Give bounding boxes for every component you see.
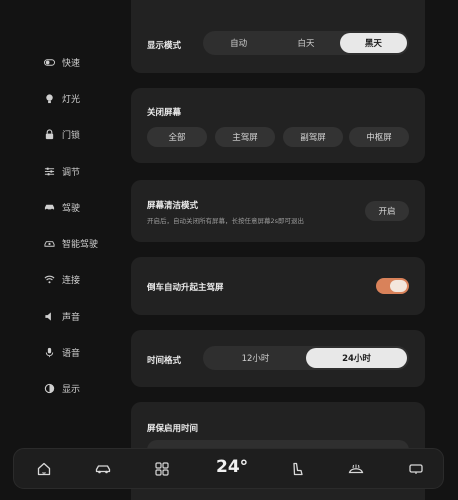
sidebar-item-adjust[interactable]: 调节 [44, 153, 124, 189]
time-format-card: 时间格式 12小时 24小时 [131, 330, 425, 387]
sidebar-item-locks[interactable]: 门锁 [44, 117, 124, 153]
close-screen-title: 关闭屏幕 [147, 108, 182, 118]
close-screen-card: 关闭屏幕 全部 主驾屏 副驾屏 中枢屏 [131, 88, 425, 163]
close-driver-screen-button[interactable]: 主驾屏 [215, 127, 275, 147]
clean-mode-title: 屏幕清洁模式 [147, 201, 199, 211]
settings-sidebar: 快速 灯光 门锁 调节 驾驶 智能驾驶 连接 声音 语音 显示 [44, 44, 124, 407]
sidebar-item-label: 显示 [62, 385, 81, 396]
sidebar-item-quick[interactable]: 快速 [44, 44, 124, 80]
screensaver-title: 屏保启用时间 [147, 424, 199, 434]
seat-icon [289, 461, 305, 477]
screen-icon [408, 461, 424, 477]
apps-button[interactable] [152, 459, 172, 479]
close-passenger-screen-button[interactable]: 副驾屏 [283, 127, 343, 147]
reverse-raise-card: 倒车自动升起主驾屏 [131, 257, 425, 315]
sidebar-item-label: 调节 [62, 167, 81, 178]
vehicle-button[interactable] [93, 459, 113, 479]
sidebar-item-lights[interactable]: 灯光 [44, 80, 124, 116]
time-format-title: 时间格式 [147, 356, 182, 366]
sidebar-item-label: 灯光 [62, 94, 81, 105]
bottom-dock: 24° [13, 448, 444, 489]
sidebar-item-label: 连接 [62, 276, 81, 287]
car-icon [44, 202, 55, 213]
sidebar-item-display[interactable]: 显示 [44, 371, 124, 407]
time-format-12h[interactable]: 12小时 [205, 348, 306, 368]
sidebar-item-driving[interactable]: 驾驶 [44, 189, 124, 225]
sidebar-item-label: 语音 [62, 349, 81, 360]
wifi-icon [44, 274, 55, 285]
defrost-icon [348, 461, 364, 477]
sidebar-item-sound[interactable]: 声音 [44, 298, 124, 334]
reverse-raise-title: 倒车自动升起主驾屏 [147, 283, 224, 293]
sidebar-item-label: 快速 [62, 58, 81, 69]
display-mode-card: 显示模式 自动 白天 黑天 [131, 0, 425, 73]
display-mode-night[interactable]: 黑天 [339, 33, 407, 53]
apps-grid-icon [154, 461, 170, 477]
sidebar-item-label: 门锁 [62, 131, 81, 142]
toggle-icon [44, 57, 55, 68]
display-mode-title: 显示模式 [147, 41, 182, 51]
bulb-icon [44, 93, 55, 104]
mic-icon [44, 347, 55, 358]
sidebar-item-label: 驾驶 [62, 203, 81, 214]
sidebar-item-connect[interactable]: 连接 [44, 262, 124, 298]
car-icon [95, 461, 111, 477]
reverse-raise-toggle[interactable] [376, 278, 409, 294]
sidebar-item-label: 智能驾驶 [62, 240, 99, 251]
seat-button[interactable] [287, 459, 307, 479]
close-center-screen-button[interactable]: 中枢屏 [349, 127, 409, 147]
home-button[interactable] [34, 459, 54, 479]
display-mode-selector: 自动 白天 黑天 [203, 31, 409, 55]
adjust-icon [44, 166, 55, 177]
clean-mode-enable-button[interactable]: 开启 [365, 201, 409, 221]
smart-drive-icon [44, 238, 55, 249]
home-icon [36, 461, 52, 477]
lock-icon [44, 129, 55, 140]
display-icon [44, 383, 55, 394]
defrost-button[interactable] [346, 459, 366, 479]
toggle-knob [390, 280, 407, 292]
display-mode-day[interactable]: 白天 [272, 33, 339, 53]
temperature-display[interactable]: 24° [216, 457, 248, 477]
time-format-24h[interactable]: 24小时 [306, 348, 407, 368]
sidebar-item-label: 声音 [62, 312, 81, 323]
close-all-screens-button[interactable]: 全部 [147, 127, 207, 147]
sidebar-item-voice[interactable]: 语音 [44, 334, 124, 370]
screen-button[interactable] [406, 459, 426, 479]
sidebar-item-smart-driving[interactable]: 智能驾驶 [44, 225, 124, 261]
display-mode-auto[interactable]: 自动 [205, 33, 272, 53]
clean-mode-card: 屏幕清洁模式 开启后，自动关闭所有屏幕，长按任意屏幕2s即可退出 开启 [131, 180, 425, 242]
clean-mode-description: 开启后，自动关闭所有屏幕，长按任意屏幕2s即可退出 [147, 217, 305, 225]
speaker-icon [44, 311, 55, 322]
time-format-selector: 12小时 24小时 [203, 346, 409, 370]
